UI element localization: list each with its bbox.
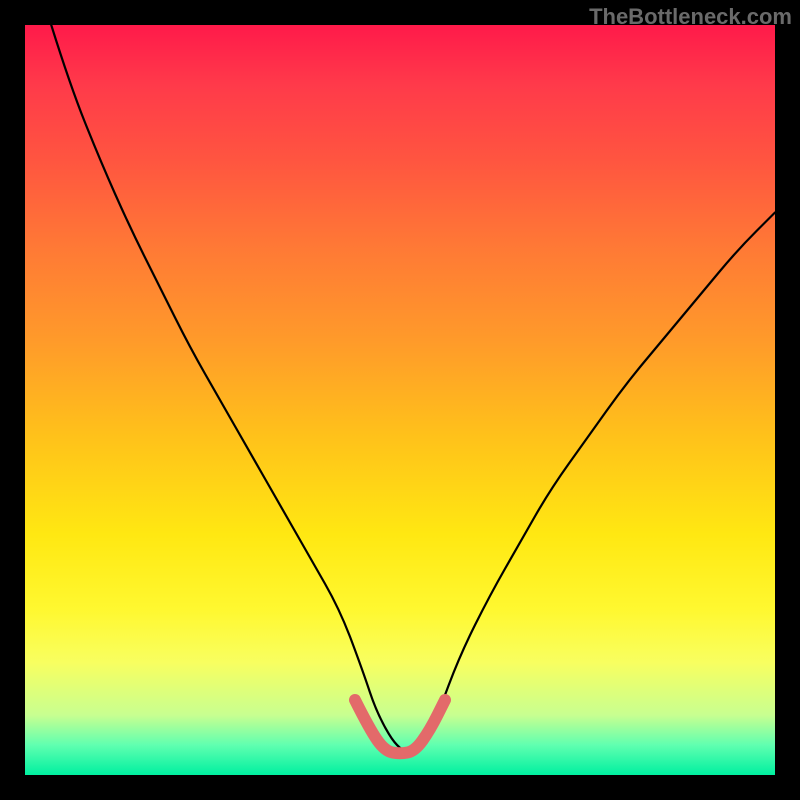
chart-container: TheBottleneck.com — [0, 0, 800, 800]
optimal-range-highlight — [355, 700, 445, 753]
plot-area — [25, 25, 775, 775]
watermark-text: TheBottleneck.com — [589, 4, 792, 30]
curve-svg — [25, 25, 775, 775]
bottleneck-curve-path — [51, 25, 775, 753]
